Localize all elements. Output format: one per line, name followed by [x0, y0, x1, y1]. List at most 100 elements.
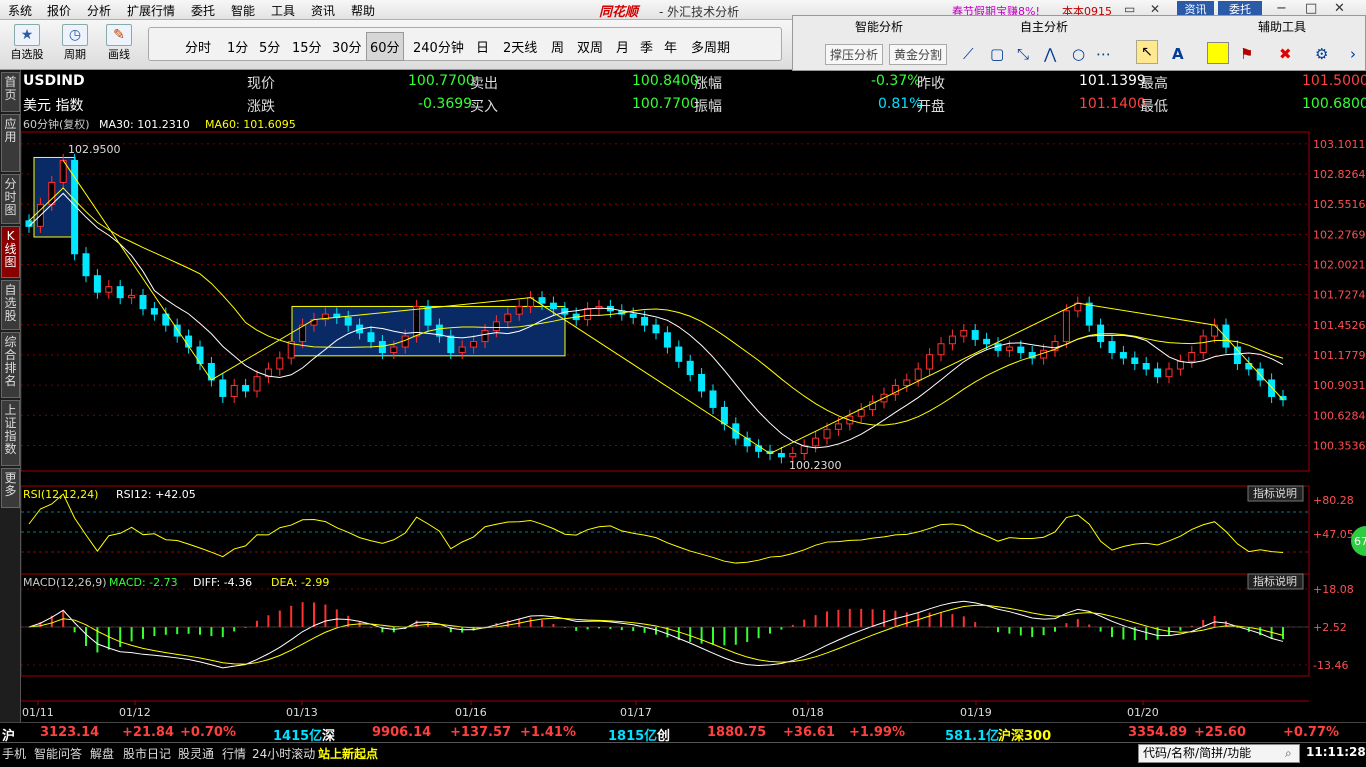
period-month[interactable]: 月 [616, 37, 629, 56]
candle-body [1017, 346, 1025, 354]
ticker-cy-value: 1880.75 [707, 725, 767, 740]
search-icon[interactable]: ⌕ [1285, 746, 1292, 761]
candle-body [447, 335, 455, 354]
candle-body [276, 357, 284, 370]
candle-body [242, 384, 250, 392]
wave-tool-icon[interactable]: ⋀ [1044, 45, 1056, 63]
circle-tool-icon[interactable]: ○ [1072, 45, 1085, 63]
more-icon[interactable]: ⋯ [1096, 45, 1111, 63]
status-gulingtong[interactable]: 股灵通 [178, 745, 214, 762]
value-sell: 100.8400 [632, 73, 699, 89]
ma60-label: MA60: 101.6095 [205, 118, 296, 131]
line-tool-icon[interactable]: ⟋ [963, 45, 974, 63]
symbol-code: USDIND [23, 73, 85, 89]
rsi-label: RSI(12,12,24) [23, 488, 98, 501]
period-15m[interactable]: 15分 [292, 37, 322, 56]
menu-smart[interactable]: 智能 [231, 2, 255, 19]
status-jiepan[interactable]: 解盘 [90, 745, 114, 762]
window-min-icon[interactable]: − [1276, 1, 1287, 16]
settings-icon[interactable]: ⚙ [1315, 45, 1328, 63]
macd-ytick: -13.46 [1313, 659, 1348, 672]
sidebar-timeshare[interactable]: 分时图 [1, 174, 20, 224]
kline-ytick: 103.1011 [1313, 138, 1366, 151]
menu-tools[interactable]: 工具 [271, 2, 295, 19]
sidebar-sh-index[interactable]: 上证指数 [1, 400, 20, 466]
bookmark-icon[interactable]: ⚑ [1240, 45, 1253, 63]
period-5m[interactable]: 5分 [259, 37, 280, 56]
menu-help[interactable]: 帮助 [351, 2, 375, 19]
window-max-icon[interactable]: □ [1305, 1, 1317, 16]
status-news[interactable]: 站上新起点 [318, 745, 378, 762]
dea-value: DEA: -2.99 [271, 576, 329, 589]
rect-tool-icon[interactable]: ▢ [990, 45, 1004, 63]
period-button[interactable]: ◷ 周期 [56, 24, 94, 62]
status-rolling[interactable]: 24小时滚动 [252, 745, 315, 762]
candle-body [128, 294, 136, 299]
menu-analysis[interactable]: 分析 [87, 2, 111, 19]
menu-news[interactable]: 资讯 [311, 2, 335, 19]
sidebar-kline[interactable]: K线图 [1, 226, 20, 278]
period-1m[interactable]: 1分 [227, 37, 248, 56]
menu-quote[interactable]: 报价 [47, 2, 71, 19]
rsi-help-label: 指标说明 [1253, 486, 1297, 500]
golden-section-button[interactable]: 黄金分割 [889, 44, 948, 65]
watchlist-button[interactable]: ★ 自选股 [8, 24, 46, 62]
candle-body [903, 379, 911, 386]
app-window: 系统 报价 分析 扩展行情 委托 智能 工具 资讯 帮助 同花顺 - 外汇技术分… [0, 0, 1366, 767]
status-mobile[interactable]: 手机 [2, 745, 26, 762]
ticker-sh-change: +21.84 [122, 725, 175, 740]
candle-body [492, 321, 500, 332]
period-multi[interactable]: 多周期 [691, 37, 730, 56]
date-label: 01/17 [620, 706, 652, 719]
period-day[interactable]: 日 [476, 37, 489, 56]
candle-body [709, 390, 717, 408]
menu-trade[interactable]: 委托 [191, 2, 215, 19]
period-2day[interactable]: 2天线 [503, 37, 537, 56]
chart-area[interactable]: 60分钟(复权) MA30: 101.2310 MA60: 101.6095 1… [21, 116, 1366, 724]
star-icon: ★ [14, 24, 40, 46]
candle-body [378, 341, 386, 354]
period-2week[interactable]: 双周 [577, 37, 603, 56]
menu-system[interactable]: 系统 [8, 2, 32, 19]
candle-body [698, 373, 706, 392]
color-picker[interactable] [1207, 42, 1229, 64]
candle-body [1154, 368, 1162, 378]
search-input[interactable]: 代码/名称/简拼/功能 [1138, 744, 1300, 763]
candle-body [1062, 310, 1070, 343]
period-30m[interactable]: 30分 [332, 37, 362, 56]
expand-icon[interactable]: › [1350, 45, 1356, 63]
sidebar-ranking[interactable]: 综合排名 [1, 332, 20, 398]
value-buy: 100.7700 [632, 96, 699, 112]
period-240m[interactable]: 240分钟 [413, 37, 464, 56]
status-quote[interactable]: 行情 [222, 745, 246, 762]
sidebar-home[interactable]: 首页 [1, 72, 20, 112]
window-close-icon[interactable]: ✕ [1334, 1, 1345, 16]
ma60-line [28, 187, 1284, 426]
status-qa[interactable]: 智能问答 [34, 745, 82, 762]
label-change-pct: 涨幅 [694, 76, 722, 92]
candle-body [584, 308, 592, 321]
sidebar-more[interactable]: 更多 [1, 468, 20, 508]
cursor-tool-icon[interactable]: ↖ [1136, 40, 1158, 64]
candle-body [549, 302, 557, 310]
period-60m[interactable]: 60分 [366, 32, 404, 61]
period-week[interactable]: 周 [551, 37, 564, 56]
draw-line-button[interactable]: ✎ 画线 [100, 24, 138, 62]
minimize-button[interactable]: ▭ [1124, 2, 1135, 16]
period-season[interactable]: 季 [640, 37, 653, 56]
delete-icon[interactable]: ✖ [1279, 45, 1292, 63]
candle-body [538, 297, 546, 304]
menu-ext-quote[interactable]: 扩展行情 [127, 2, 175, 19]
candle-body [1268, 379, 1276, 397]
period-selector: 分时 1分 5分 15分 30分 60分 240分钟 日 2天线 周 双周 月 … [148, 27, 916, 61]
period-fenshi[interactable]: 分时 [185, 37, 211, 56]
segment-tool-icon[interactable]: ⤡ [1017, 45, 1029, 63]
support-resistance-button[interactable]: 撑压分析 [825, 44, 884, 65]
sidebar-apps[interactable]: 应用 [1, 114, 20, 172]
period-year[interactable]: 年 [664, 37, 677, 56]
sidebar-watchlist[interactable]: 自选股 [1, 280, 20, 330]
text-tool-icon[interactable]: A [1172, 45, 1184, 63]
macd-label: MACD(12,26,9) [23, 576, 107, 589]
status-diary[interactable]: 股市日记 [123, 745, 171, 762]
close-small-button[interactable]: ✕ [1150, 2, 1160, 16]
